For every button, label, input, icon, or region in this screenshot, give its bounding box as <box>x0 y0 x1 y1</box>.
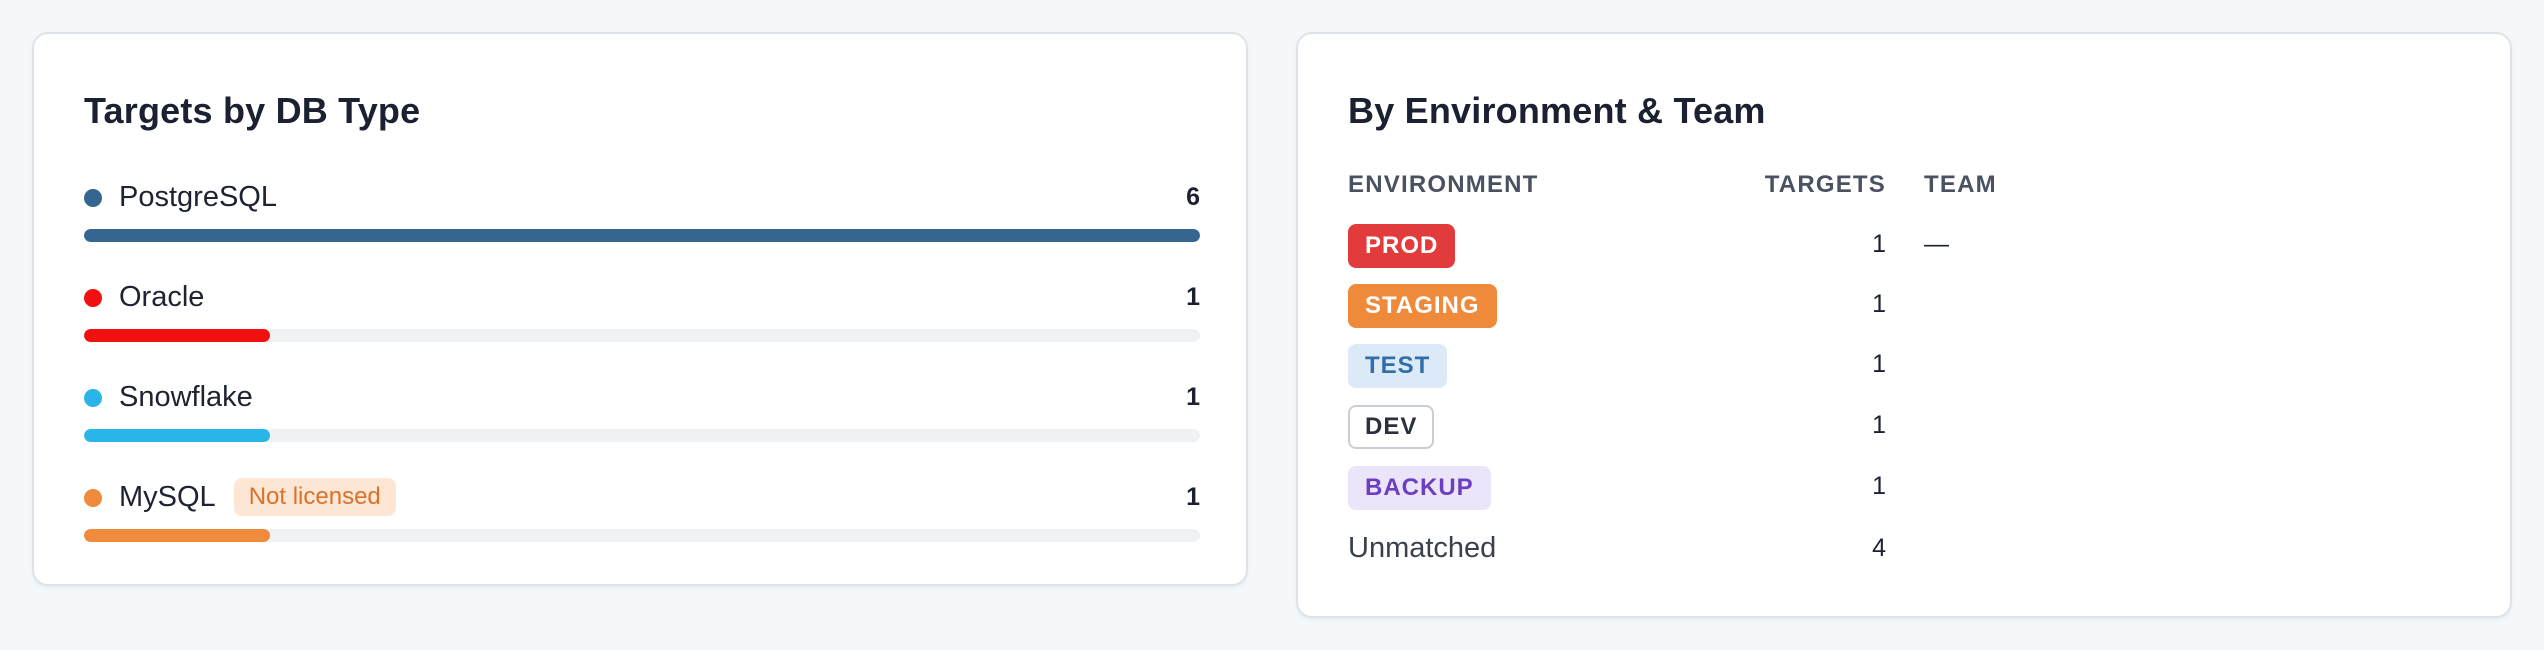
column-header-targets: TARGETS <box>1764 171 1886 198</box>
db-row-bar <box>84 329 270 342</box>
table-row: STAGING 1 <box>1348 284 2448 328</box>
db-row-mysql: MySQL Not licensed 1 <box>84 477 1200 542</box>
env-team-card: By Environment & Team ENVIRONMENT TARGET… <box>1296 32 2512 618</box>
table-row: TEST 1 <box>1348 344 2448 388</box>
db-row-label-wrap: Oracle <box>119 277 204 317</box>
db-row-snowflake: Snowflake 1 <box>84 377 1200 442</box>
row-targets: 1 <box>1872 472 1886 500</box>
db-row-label: Snowflake <box>119 381 253 413</box>
table-row-unmatched: Unmatched 4 <box>1348 528 2448 572</box>
not-licensed-badge: Not licensed <box>233 478 396 516</box>
row-targets: 1 <box>1872 350 1886 378</box>
db-row-label: Oracle <box>119 281 205 313</box>
db-row-track <box>84 529 1200 542</box>
db-row-label: PostgreSQL <box>119 181 277 213</box>
row-targets: 1 <box>1872 230 1886 258</box>
row-targets: 1 <box>1872 411 1886 439</box>
table-row: BACKUP 1 <box>1348 466 2448 510</box>
db-row-count: 1 <box>1186 483 1200 511</box>
db-row-count: 6 <box>1186 183 1200 211</box>
db-row-oracle: Oracle 1 <box>84 277 1200 342</box>
db-type-card-title: Targets by DB Type <box>84 90 421 131</box>
db-row-count: 1 <box>1186 383 1200 411</box>
table-row: DEV 1 <box>1348 405 2448 449</box>
postgresql-dot-icon <box>84 189 102 207</box>
db-row-label-wrap: Snowflake <box>119 377 253 417</box>
db-type-card: Targets by DB Type PostgreSQL 6 Oracle 1… <box>32 32 1248 586</box>
table-row: PROD 1 — <box>1348 224 2448 268</box>
db-row-label-wrap: PostgreSQL <box>119 177 277 217</box>
db-row-track <box>84 329 1200 342</box>
mysql-dot-icon <box>84 489 102 507</box>
oracle-dot-icon <box>84 289 102 307</box>
db-row-label-wrap: MySQL Not licensed <box>119 477 396 517</box>
db-row-bar <box>84 229 1200 242</box>
db-row-bar <box>84 529 270 542</box>
db-row-postgresql: PostgreSQL 6 <box>84 177 1200 242</box>
env-team-card-title: By Environment & Team <box>1348 90 1766 131</box>
row-targets: 1 <box>1872 290 1886 318</box>
db-row-track <box>84 229 1200 242</box>
row-targets: 4 <box>1872 534 1886 562</box>
row-team: — <box>1924 230 1949 258</box>
db-row-count: 1 <box>1186 283 1200 311</box>
db-row-label: MySQL <box>119 481 216 513</box>
snowflake-dot-icon <box>84 389 102 407</box>
db-row-bar <box>84 429 270 442</box>
column-header-team: TEAM <box>1924 171 1997 198</box>
db-row-track <box>84 429 1200 442</box>
